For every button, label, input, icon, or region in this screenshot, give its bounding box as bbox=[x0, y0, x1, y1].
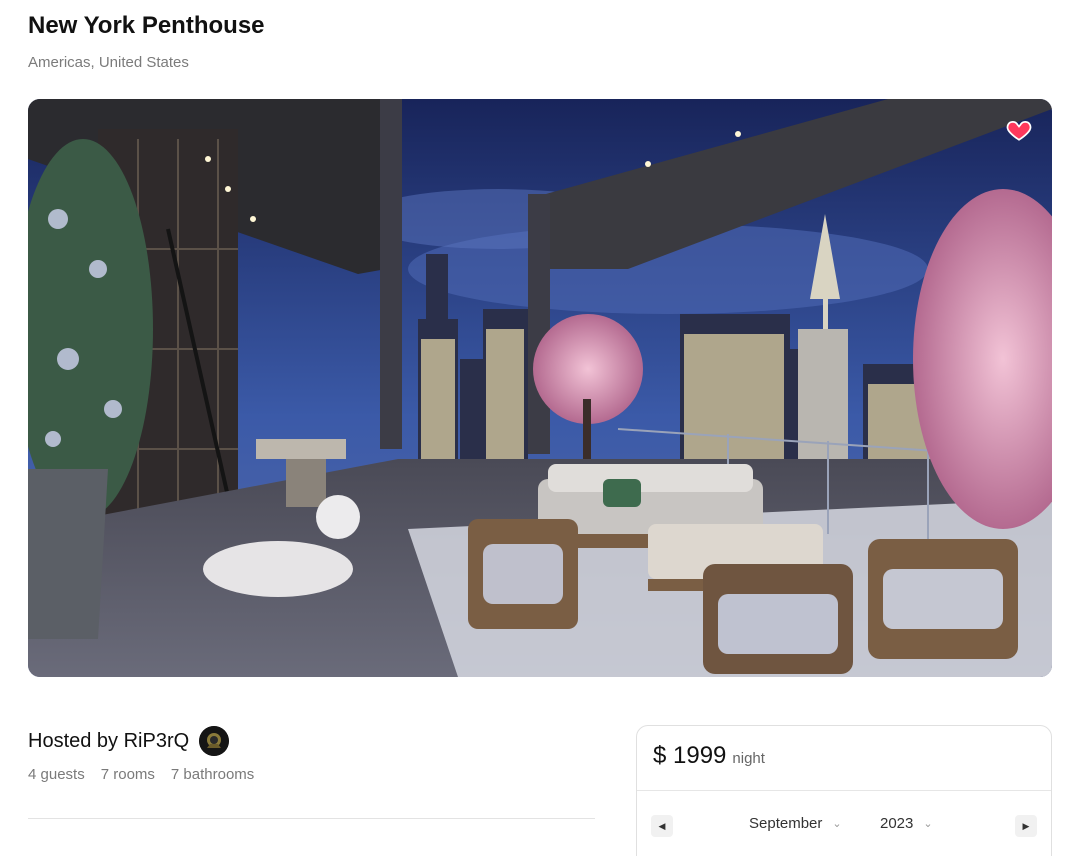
heart-icon[interactable] bbox=[1006, 117, 1032, 143]
rooftop-terrace-image bbox=[28, 99, 1052, 677]
section-divider bbox=[28, 818, 595, 819]
month-select[interactable]: September ⌄ bbox=[749, 815, 842, 832]
price-unit: night bbox=[732, 750, 765, 767]
price-value: $ 1999 bbox=[653, 742, 727, 769]
page-title: New York Penthouse bbox=[28, 12, 265, 39]
booking-card: $ 1999 night ◀ September ⌄ 2023 ⌄ ▶ bbox=[636, 725, 1052, 856]
chevron-down-icon: ⌄ bbox=[832, 818, 842, 830]
guests-count: 4 guests bbox=[28, 766, 85, 783]
year-select[interactable]: 2023 ⌄ bbox=[880, 815, 933, 832]
previous-month-button[interactable]: ◀ bbox=[651, 815, 673, 837]
caret-right-icon: ▶ bbox=[1022, 820, 1030, 831]
listing-photo[interactable] bbox=[28, 99, 1052, 677]
listing-stats: 4 guests 7 rooms 7 bathrooms bbox=[28, 766, 254, 783]
host-avatar[interactable] bbox=[199, 726, 230, 756]
host-title: Hosted by RiP3rQ bbox=[28, 729, 190, 752]
price-row: $ 1999 night bbox=[637, 726, 1051, 791]
host-row: Hosted by RiP3rQ bbox=[28, 726, 230, 756]
listing-location: Americas, United States bbox=[28, 54, 189, 71]
bathrooms-count: 7 bathrooms bbox=[170, 766, 255, 783]
caret-left-icon: ◀ bbox=[658, 820, 666, 831]
rooms-count: 7 rooms bbox=[100, 766, 155, 783]
month-value: September bbox=[749, 815, 823, 832]
avatar-image bbox=[199, 726, 230, 756]
listing-page: New York Penthouse Americas, United Stat… bbox=[0, 0, 1071, 856]
year-value: 2023 bbox=[880, 815, 914, 832]
next-month-button[interactable]: ▶ bbox=[1015, 815, 1037, 837]
calendar-nav: ◀ September ⌄ 2023 ⌄ ▶ bbox=[637, 791, 1051, 856]
chevron-down-icon: ⌄ bbox=[923, 818, 933, 830]
